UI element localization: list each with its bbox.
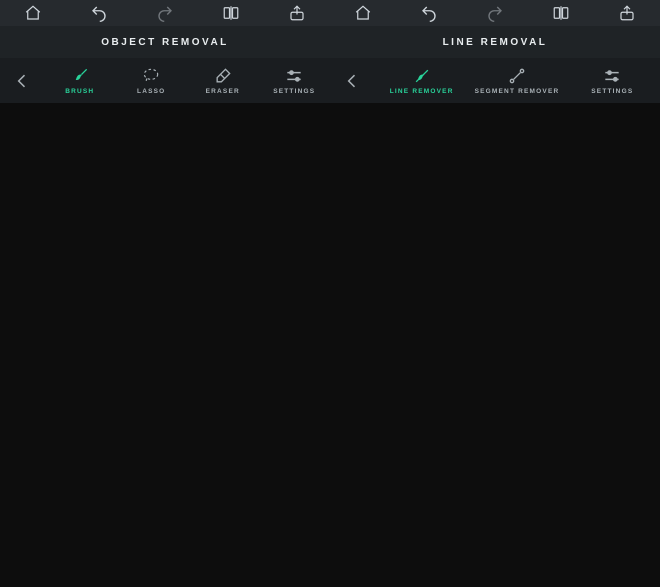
tool-label: SETTINGS: [273, 88, 315, 95]
tool-settings-right[interactable]: SETTINGS: [565, 58, 660, 103]
lasso-icon: [141, 67, 161, 85]
share-button[interactable]: [275, 0, 319, 26]
arrow-left-icon: [12, 72, 32, 90]
brush-icon: [70, 67, 90, 85]
eraser-icon: [213, 67, 233, 85]
top-toolbar-right: [330, 0, 660, 26]
tool-label: LASSO: [137, 88, 165, 95]
mode-title-label: LINE REMOVAL: [443, 37, 548, 48]
redo-button[interactable]: [143, 0, 187, 26]
compare-button[interactable]: [209, 0, 253, 26]
app-dual-pane: OBJECT REMOVAL GO: [0, 0, 660, 103]
arrow-left-icon: [342, 72, 362, 90]
back-button-left[interactable]: [0, 58, 44, 103]
tool-line-remover[interactable]: LINE REMOVER: [374, 58, 469, 103]
line-remover-icon: [412, 67, 432, 85]
compare-button[interactable]: [539, 0, 583, 26]
undo-button[interactable]: [407, 0, 451, 26]
tool-label: LINE REMOVER: [390, 88, 454, 95]
tool-segment-remover[interactable]: SEGMENT REMOVER: [469, 58, 564, 103]
tool-label: BRUSH: [65, 88, 94, 95]
tool-label: SETTINGS: [591, 88, 633, 95]
tool-lasso[interactable]: LASSO: [116, 58, 188, 103]
mode-title-right: LINE REMOVAL: [330, 26, 660, 58]
tool-label: ERASER: [206, 88, 240, 95]
share-button[interactable]: [605, 0, 649, 26]
tool-eraser[interactable]: ERASER: [187, 58, 259, 103]
top-toolbar-left: [0, 0, 330, 26]
pane-object-removal: OBJECT REMOVAL GO: [0, 0, 330, 103]
tool-label: SEGMENT REMOVER: [475, 88, 560, 95]
home-button[interactable]: [11, 0, 55, 26]
sliders-icon: [602, 67, 622, 85]
sliders-icon: [284, 67, 304, 85]
tool-settings-left[interactable]: SETTINGS: [259, 58, 331, 103]
pane-line-removal: LINE REMOVAL 🚲 🚲: [330, 0, 660, 103]
tool-brush[interactable]: BRUSH: [44, 58, 116, 103]
segment-remover-icon: [507, 67, 527, 85]
bottom-toolbar-right: LINE REMOVER SEGMENT REMOVER SETTINGS: [330, 58, 660, 103]
back-button-right[interactable]: [330, 58, 374, 103]
mode-title-label: OBJECT REMOVAL: [101, 37, 229, 48]
redo-button[interactable]: [473, 0, 517, 26]
undo-button[interactable]: [77, 0, 121, 26]
bottom-toolbar-left: BRUSH LASSO ERASER SETTINGS: [0, 58, 330, 103]
home-button[interactable]: [341, 0, 385, 26]
mode-title-left: OBJECT REMOVAL: [0, 26, 330, 58]
